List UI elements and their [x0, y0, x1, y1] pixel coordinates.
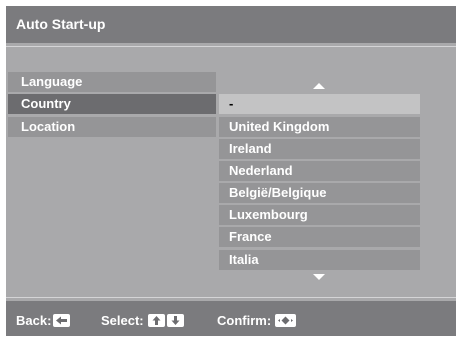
option-label: United Kingdom [229, 119, 330, 134]
select-hint: Select: [101, 312, 184, 328]
country-option-france[interactable]: France [219, 227, 420, 247]
center-key-icon [275, 314, 297, 327]
option-label: Italia [229, 252, 259, 267]
option-label: Luxembourg [229, 207, 308, 222]
option-label: Nederland [229, 163, 293, 178]
footer-bar: Back: Select: Confirm: [6, 301, 456, 336]
country-option-belgie[interactable]: België/Belgique [219, 183, 420, 203]
menu-item-country[interactable]: Country [8, 94, 216, 114]
select-label: Select: [101, 313, 144, 328]
back-label: Back: [16, 313, 52, 328]
country-option-italia[interactable]: Italia [219, 250, 420, 270]
back-hint: Back: [16, 312, 71, 328]
menu-item-location[interactable]: Location [8, 117, 216, 137]
screen-title: Auto Start-up [16, 16, 106, 32]
option-label: France [229, 229, 272, 244]
menu-item-label: Language [21, 74, 83, 89]
scroll-up-icon[interactable] [313, 83, 325, 89]
down-arrow-key-icon [166, 314, 184, 327]
scroll-down-icon[interactable] [313, 274, 325, 280]
country-option-nederland[interactable]: Nederland [219, 161, 420, 181]
country-option-ireland[interactable]: Ireland [219, 139, 420, 159]
confirm-hint: Confirm: [217, 312, 297, 328]
option-label: Ireland [229, 141, 272, 156]
up-arrow-key-icon [147, 314, 165, 327]
country-option-luxembourg[interactable]: Luxembourg [219, 205, 420, 225]
menu-item-label: Country [21, 96, 71, 111]
country-option-united-kingdom[interactable]: United Kingdom [219, 117, 420, 137]
left-arrow-key-icon [53, 314, 71, 327]
title-bar: Auto Start-up [6, 6, 456, 43]
country-option-none[interactable]: - [219, 94, 420, 114]
menu-item-label: Location [21, 119, 76, 134]
menu-item-language[interactable]: Language [8, 72, 216, 92]
auto-startup-screen: Auto Start-up Language Country Location … [6, 6, 456, 336]
confirm-label: Confirm: [217, 313, 272, 328]
title-divider [6, 46, 456, 47]
option-label: België/Belgique [229, 185, 327, 200]
option-label: - [229, 96, 234, 111]
footer-divider [6, 297, 456, 298]
